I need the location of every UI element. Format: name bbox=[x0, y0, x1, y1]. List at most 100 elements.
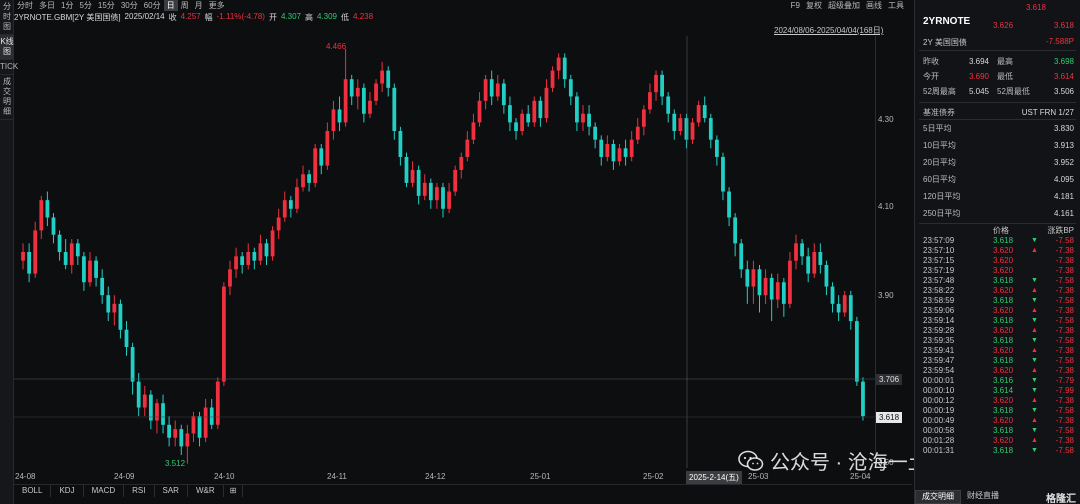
indicator-rsi[interactable]: RSI bbox=[124, 485, 155, 497]
vtab-kline-chart[interactable]: K线图 bbox=[0, 35, 14, 60]
candle-body bbox=[246, 252, 251, 265]
candle-body bbox=[581, 113, 585, 123]
period-5min[interactable]: 5分 bbox=[76, 0, 94, 11]
trade-price: 3.620 bbox=[993, 365, 1014, 375]
period-1min[interactable]: 1分 bbox=[58, 0, 76, 11]
candle-body bbox=[404, 156, 409, 183]
vtab-minute-chart[interactable]: 分时图 bbox=[0, 0, 14, 35]
indicator-boll[interactable]: BOLL bbox=[14, 485, 52, 497]
stat-row: 昨收 3.694 最高 3.698 bbox=[923, 54, 1074, 69]
trade-price: 3.618 bbox=[993, 295, 1014, 305]
trade-row: 00:00:49 3.620 ▲ -7.38 bbox=[923, 415, 1074, 425]
average-row: 10日平均 3.913 bbox=[923, 137, 1074, 154]
stat-label: 最高 bbox=[997, 57, 1013, 66]
candle-body bbox=[568, 79, 573, 97]
candle-body bbox=[660, 74, 664, 97]
trade-change-bp: -7.58 bbox=[1055, 315, 1074, 325]
candle-body bbox=[641, 109, 646, 127]
candle-body bbox=[459, 156, 464, 170]
crosshair-price-tag: 3.706 bbox=[876, 374, 903, 385]
trades-list[interactable]: 23:57:09 3.618 ▼ -7.58 23:57:10 3.620 ▲ -7.38 23… bbox=[923, 235, 1074, 455]
trade-row: 00:01:31 3.618 ▼ -7.58 bbox=[923, 445, 1074, 455]
trade-row: 23:59:35 3.618 ▼ -7.58 bbox=[923, 335, 1074, 345]
period-day[interactable]: 日 bbox=[163, 0, 178, 11]
trade-row: 23:57:15 3.620 -7.38 bbox=[923, 255, 1074, 265]
trade-price: 3.620 bbox=[993, 285, 1014, 295]
trade-time: 00:00:12 bbox=[923, 395, 955, 405]
trade-row: 23:59:28 3.620 ▲ -7.38 bbox=[923, 325, 1074, 335]
period-minute[interactable]: 分时 bbox=[14, 0, 36, 11]
symbol-label: 2YRNOTE.GBM[2Y 美国国债] bbox=[14, 13, 121, 22]
candlestick-chart[interactable] bbox=[14, 36, 876, 468]
x-tick-label: 25-02 bbox=[643, 472, 664, 481]
candle-body bbox=[629, 139, 634, 157]
candle-body bbox=[136, 381, 141, 408]
candle-body bbox=[696, 105, 701, 123]
period-60min[interactable]: 60分 bbox=[141, 0, 164, 11]
candle-body bbox=[173, 429, 178, 438]
tab-trade-detail[interactable]: 成交明细 bbox=[915, 490, 961, 504]
vtab-trade-detail[interactable]: 成交明细 bbox=[0, 75, 14, 120]
candle-body bbox=[587, 113, 591, 127]
indicator-wr[interactable]: W&R bbox=[188, 485, 224, 497]
candle-body bbox=[416, 169, 421, 196]
candle-body bbox=[441, 187, 445, 209]
candle-body bbox=[666, 96, 671, 114]
indicator-kdj[interactable]: KDJ bbox=[51, 485, 84, 497]
quote-price-b: 3.618 bbox=[1053, 21, 1074, 30]
vtab-tick[interactable]: TICK bbox=[0, 60, 18, 75]
candle-body bbox=[520, 113, 525, 132]
candle-body bbox=[75, 243, 80, 257]
high-label: 高 bbox=[304, 13, 313, 22]
benchmark-label: 基准债券 bbox=[923, 108, 955, 117]
divider bbox=[919, 223, 1076, 224]
trade-price: 3.616 bbox=[993, 375, 1014, 385]
arrow-down-icon: ▼ bbox=[1031, 376, 1038, 384]
candle-body bbox=[349, 79, 354, 97]
candle-body bbox=[489, 79, 494, 97]
add-indicator-icon[interactable]: ⊞ bbox=[224, 485, 244, 497]
candle-body bbox=[337, 109, 342, 123]
arrow-up-icon: ▲ bbox=[1031, 416, 1038, 424]
tab-finance-live[interactable]: 财经直播 bbox=[961, 490, 1005, 504]
candle-date: 2025/02/14 bbox=[124, 12, 165, 21]
candle-body bbox=[45, 200, 50, 218]
quote-change-bp: -7.588P bbox=[1045, 37, 1074, 46]
indicator-sar[interactable]: SAR bbox=[155, 485, 188, 497]
trade-time: 23:59:06 bbox=[923, 305, 955, 315]
brand-logo: 格隆汇 bbox=[1046, 494, 1076, 504]
period-multi-day[interactable]: 多日 bbox=[36, 0, 58, 11]
period-30min[interactable]: 30分 bbox=[118, 0, 141, 11]
trade-change-bp: -7.38 bbox=[1055, 245, 1074, 255]
trade-change-bp: -7.58 bbox=[1055, 295, 1074, 305]
average-label: 20日平均 bbox=[923, 158, 956, 167]
f9-button[interactable]: F9 bbox=[791, 0, 800, 11]
candle-body bbox=[812, 252, 817, 274]
draw-line-button[interactable]: 画线 bbox=[866, 0, 882, 11]
candle-body bbox=[313, 148, 318, 183]
period-month[interactable]: 月 bbox=[192, 0, 206, 11]
y-tick-label: 4.10 bbox=[878, 202, 894, 211]
trade-time: 23:58:22 bbox=[923, 285, 955, 295]
period-week[interactable]: 周 bbox=[178, 0, 192, 11]
candle-body bbox=[325, 131, 330, 166]
candle-body bbox=[623, 148, 628, 157]
close-value: 4.257 bbox=[180, 12, 201, 21]
trade-row: 23:59:47 3.618 ▼ -7.58 bbox=[923, 355, 1074, 365]
trade-time: 00:00:10 bbox=[923, 385, 955, 395]
trade-time: 00:00:49 bbox=[923, 415, 955, 425]
trade-row: 00:00:19 3.618 ▼ -7.58 bbox=[923, 405, 1074, 415]
period-more[interactable]: 更多 bbox=[206, 0, 228, 11]
overlay-button[interactable]: 超级叠加 bbox=[828, 0, 860, 11]
period-15min[interactable]: 15分 bbox=[95, 0, 118, 11]
adjust-button[interactable]: 复权 bbox=[806, 0, 822, 11]
arrow-up-icon: ▲ bbox=[1031, 326, 1038, 334]
arrow-down-icon: ▼ bbox=[1031, 336, 1038, 344]
candle-body bbox=[544, 87, 549, 119]
candle-body bbox=[288, 200, 293, 209]
peak-high-label: 4.466 bbox=[326, 42, 347, 51]
quote-panel: 3.618 2YRNOTE 3.626 3.618 2Y 美国国债 -7.588… bbox=[914, 0, 1080, 504]
indicator-macd[interactable]: MACD bbox=[84, 485, 125, 497]
tools-button[interactable]: 工具 bbox=[888, 0, 904, 11]
date-range-label[interactable]: 2024/08/06-2025/04/04(168日) bbox=[774, 25, 883, 36]
